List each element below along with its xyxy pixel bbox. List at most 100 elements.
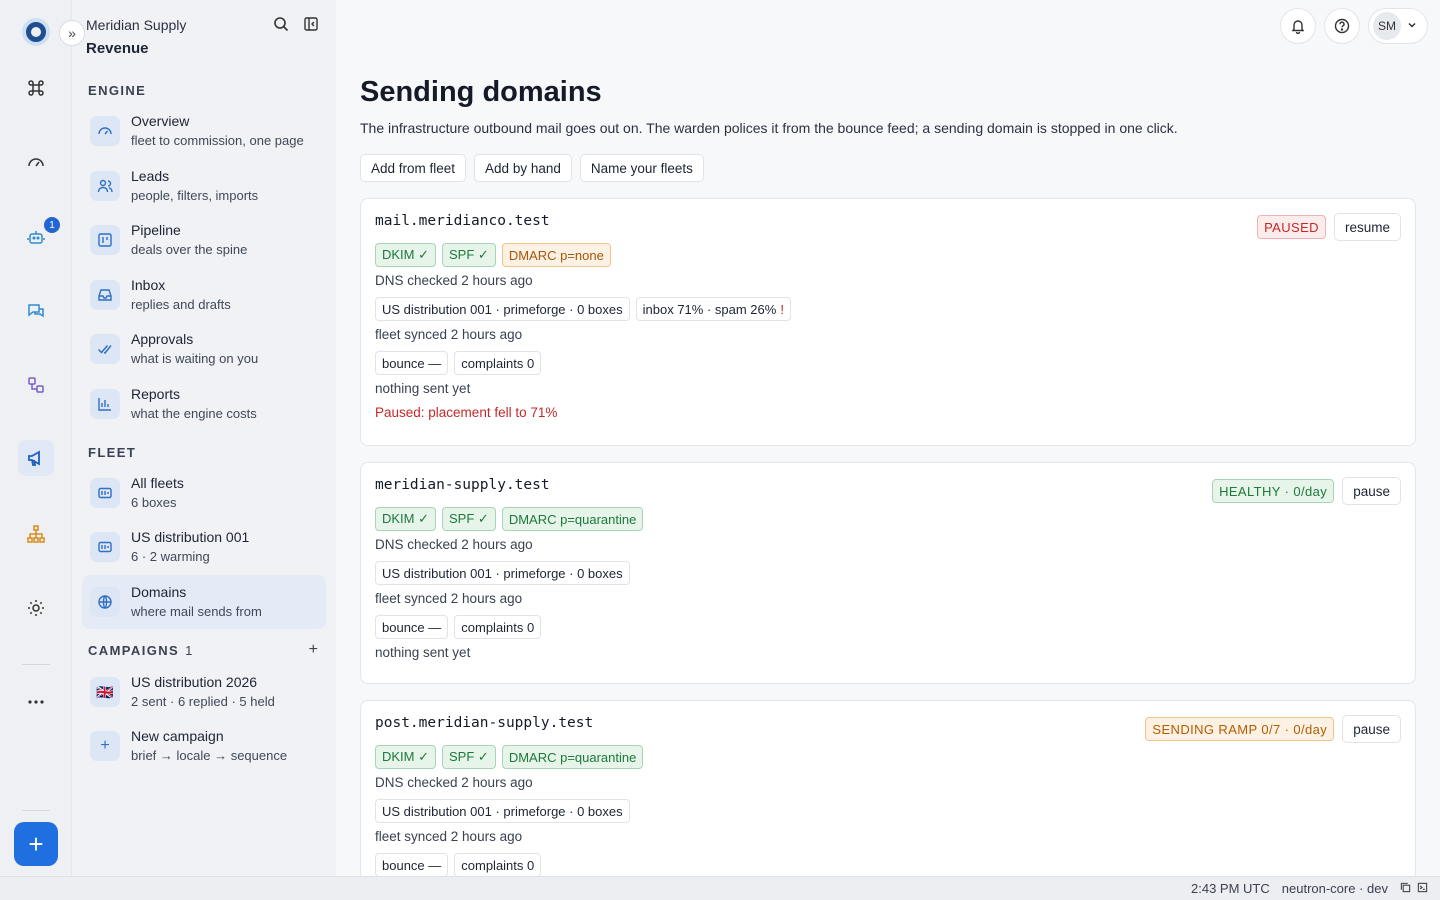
domain-card: post.meridian-supply.test SENDING RAMP 0…	[360, 700, 1416, 876]
server-icon	[90, 478, 120, 508]
fleet-tag: US distribution 001 · primeforge · 0 box…	[375, 799, 630, 823]
nav-item-pipeline[interactable]: Pipeline deals over the spine	[82, 213, 326, 267]
domain-card: meridian-supply.test HEALTHY · 0/day pau…	[360, 462, 1416, 684]
nav-title: US distribution 001	[131, 529, 250, 545]
resume-button[interactable]: resume	[1333, 213, 1401, 241]
section-campaigns-label: CAMPAIGNS	[88, 643, 180, 658]
pause-button[interactable]: pause	[1342, 477, 1401, 505]
nav-item-overview[interactable]: Overview fleet to commission, one page	[82, 104, 326, 158]
domain-name: mail.meridianco.test	[375, 213, 550, 229]
create-button[interactable]: +	[14, 822, 58, 866]
status-badge: HEALTHY · 0/day	[1212, 479, 1335, 503]
rail-divider	[22, 810, 50, 811]
dns-checked: DNS checked 2 hours ago	[375, 537, 533, 552]
flag-icon: 🇬🇧	[90, 677, 120, 707]
page-title: Sending domains	[360, 76, 602, 108]
command-icon[interactable]	[18, 70, 54, 106]
help-icon[interactable]	[1324, 8, 1360, 44]
status-bar: 2:43 PM UTC neutron-core · dev	[0, 876, 1440, 900]
search-icon[interactable]	[272, 15, 290, 33]
placement-tag: inbox 71% · spam 26%!	[635, 297, 791, 321]
nav-title: Pipeline	[131, 222, 181, 238]
nav-subtitle: replies and drafts	[131, 297, 231, 312]
flow-icon[interactable]	[18, 367, 54, 403]
fleet-synced: fleet synced 2 hours ago	[375, 829, 523, 844]
bell-icon[interactable]	[1280, 8, 1316, 44]
sent-status: nothing sent yet	[375, 381, 471, 396]
pause-reason: Paused: placement fell to 71%	[375, 405, 558, 420]
more-icon[interactable]	[18, 684, 54, 720]
spf-badge: SPF ✓	[442, 507, 496, 531]
gear-icon[interactable]	[18, 590, 54, 626]
add-from-fleet-button[interactable]: Add from fleet	[360, 154, 467, 182]
nav-subtitle: 2 sent · 6 replied · 5 held	[131, 694, 275, 709]
nav-title: Inbox	[131, 277, 166, 293]
bounce-tag: bounce —	[375, 351, 449, 375]
rail-divider	[22, 664, 50, 665]
collapse-panel-icon[interactable]	[302, 15, 320, 33]
nav-subtitle: people, filters, imports	[131, 188, 259, 203]
add-by-hand-button[interactable]: Add by hand	[474, 154, 572, 182]
robot-icon[interactable]: 1	[18, 217, 60, 255]
nav-title: Approvals	[131, 331, 194, 347]
org-name[interactable]: Meridian Supply	[86, 17, 186, 33]
pause-button[interactable]: pause	[1342, 715, 1401, 743]
nav-subtitle: what the engine costs	[131, 406, 257, 421]
section-engine: ENGINE	[88, 83, 147, 98]
dkim-badge: DKIM ✓	[375, 745, 437, 769]
logo-icon[interactable]	[22, 18, 50, 46]
hierarchy-icon[interactable]	[18, 516, 54, 552]
nav-title: Leads	[131, 168, 170, 184]
dmarc-badge: DMARC p=quarantine	[501, 507, 644, 531]
nav-subtitle: where mail sends from	[131, 604, 262, 619]
dns-checked: DNS checked 2 hours ago	[375, 273, 533, 288]
complaints-tag: complaints 0	[454, 853, 542, 876]
nav-item-campaign-us-2026[interactable]: 🇬🇧 US distribution 2026 2 sent · 6 replie…	[82, 665, 326, 719]
nav-item-us-distribution[interactable]: US distribution 001 6 · 2 warming	[82, 520, 326, 574]
section-fleet: FLEET	[88, 445, 137, 460]
terminal-icon[interactable]	[1417, 881, 1428, 896]
expand-sidebar-icon[interactable]: »	[59, 20, 85, 46]
spf-badge: SPF ✓	[442, 745, 496, 769]
nav-item-all-fleets[interactable]: All fleets 6 boxes	[82, 466, 326, 520]
server-icon	[90, 532, 120, 562]
nav-item-new-campaign[interactable]: + New campaign brief → locale → sequence	[82, 719, 326, 773]
status-badge: PAUSED	[1257, 215, 1326, 239]
fleet-synced: fleet synced 2 hours ago	[375, 327, 523, 342]
placement-text: inbox 71% · spam 26%	[642, 301, 777, 317]
fleet-tag: US distribution 001 · primeforge · 0 box…	[375, 561, 630, 585]
nav-item-leads[interactable]: Leads people, filters, imports	[82, 159, 326, 213]
dmarc-badge: DMARC p=none	[501, 243, 611, 267]
nav-item-inbox[interactable]: Inbox replies and drafts	[82, 268, 326, 322]
campaigns-count: 1	[185, 643, 193, 658]
nav-title: Domains	[131, 584, 187, 600]
nav-subtitle: brief → locale → sequence	[131, 748, 288, 763]
notification-badge: 1	[44, 217, 60, 233]
megaphone-icon[interactable]	[18, 440, 54, 476]
nav-item-domains[interactable]: Domains where mail sends from	[82, 575, 326, 629]
nav-item-approvals[interactable]: Approvals what is waiting on you	[82, 322, 326, 376]
nav-subtitle: fleet to commission, one page	[131, 133, 304, 148]
user-menu[interactable]: SM	[1368, 8, 1428, 44]
nav-item-reports[interactable]: Reports what the engine costs	[82, 377, 326, 431]
workspace-name[interactable]: Revenue	[86, 40, 149, 57]
add-campaign-icon[interactable]: +	[309, 641, 318, 659]
bar-chart-icon	[90, 389, 120, 419]
dkim-badge: DKIM ✓	[375, 507, 437, 531]
plus-icon: +	[90, 731, 120, 761]
kanban-icon	[90, 225, 120, 255]
nav-subtitle: what is waiting on you	[131, 351, 259, 366]
gauge-icon[interactable]	[18, 144, 54, 180]
dkim-badge: DKIM ✓	[375, 243, 437, 267]
domain-card: mail.meridianco.test PAUSED resume DKIM …	[360, 198, 1416, 446]
chevron-down-icon	[1407, 17, 1417, 35]
main-content: SM Sending domains The infrastructure ou…	[336, 0, 1440, 876]
globe-icon	[90, 587, 120, 617]
copy-icon[interactable]	[1400, 881, 1411, 896]
nav-subtitle: 6 boxes	[131, 495, 177, 510]
status-badge: SENDING RAMP 0/7 · 0/day	[1145, 717, 1335, 741]
chat-icon[interactable]	[18, 293, 54, 329]
name-fleets-button[interactable]: Name your fleets	[579, 154, 704, 182]
environment-label: neutron-core · dev	[1281, 881, 1388, 896]
bounce-tag: bounce —	[375, 853, 449, 876]
